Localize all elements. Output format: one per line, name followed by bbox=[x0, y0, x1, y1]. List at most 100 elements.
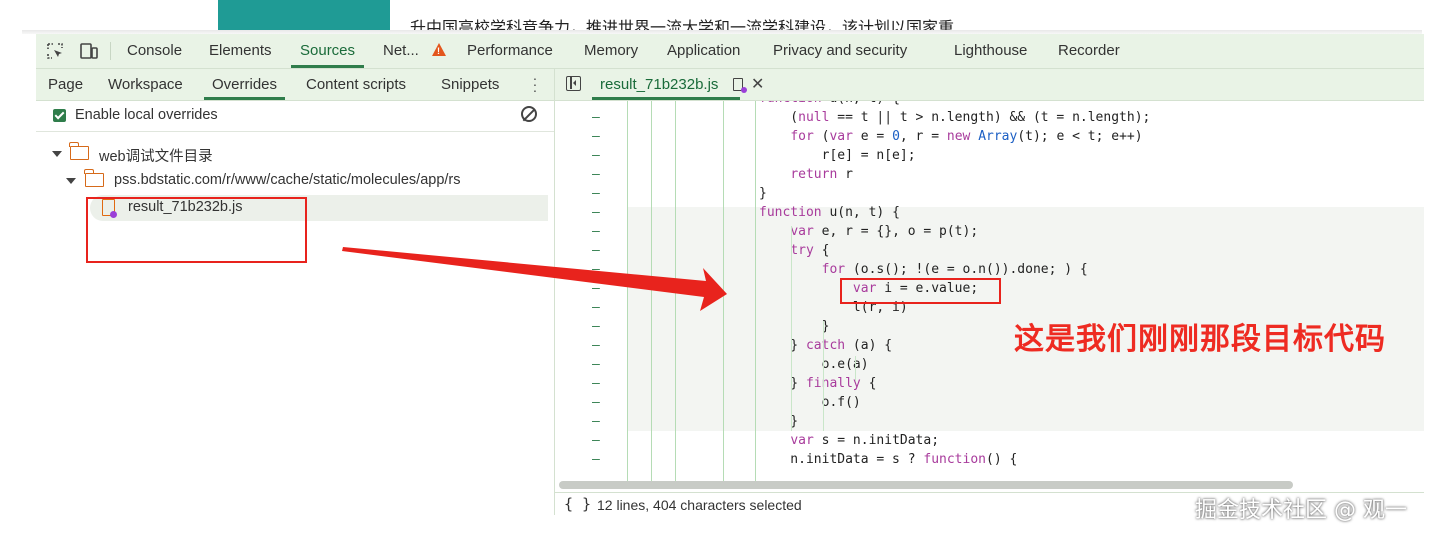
subtab-page[interactable]: Page bbox=[48, 69, 83, 100]
tab-sources[interactable]: Sources bbox=[290, 34, 365, 68]
selection-status: 12 lines, 404 characters selected bbox=[597, 497, 802, 513]
tab-memory[interactable]: Memory bbox=[584, 34, 638, 68]
code-line: – for (o.s(); !(e = o.n()).done; ) { bbox=[555, 260, 1424, 279]
code-text: (null == t || t > n.length) && (t = n.le… bbox=[759, 110, 1151, 125]
code-line: – try { bbox=[555, 241, 1424, 260]
code-text: function u(n, t) { bbox=[759, 205, 900, 220]
tab-performance[interactable]: Performance bbox=[467, 34, 553, 68]
code-text: n.initData = s ? function() { bbox=[759, 452, 1018, 467]
clear-overrides-icon[interactable] bbox=[521, 106, 537, 122]
warning-icon-mark: ! bbox=[437, 46, 440, 56]
inspect-element-icon[interactable] bbox=[44, 40, 66, 62]
line-gutter-mark: – bbox=[592, 148, 600, 163]
main-tab-bar: Console Elements Sources Net... ! Perfor… bbox=[36, 34, 1424, 69]
code-line: – (null == t || t > n.length) && (t = n.… bbox=[555, 108, 1424, 127]
line-gutter-mark: – bbox=[592, 262, 600, 277]
code-line: – var e, r = {}, o = p(t); bbox=[555, 222, 1424, 241]
line-gutter-mark: – bbox=[592, 395, 600, 410]
code-line: – for (var e = 0, r = new Array(t); e < … bbox=[555, 127, 1424, 146]
annotation-text: 这是我们刚刚那段目标代码 bbox=[1014, 322, 1386, 357]
code-text: return r bbox=[790, 167, 853, 182]
line-gutter-mark: – bbox=[592, 110, 600, 125]
line-gutter-mark: – bbox=[592, 281, 600, 296]
code-line: – r[e] = n[e]; bbox=[555, 146, 1424, 165]
indent-guide bbox=[855, 356, 856, 381]
code-text: } bbox=[759, 319, 830, 334]
code-line: – o.f() bbox=[555, 393, 1424, 412]
tab-elements[interactable]: Elements bbox=[209, 34, 272, 68]
tab-lighthouse[interactable]: Lighthouse bbox=[954, 34, 1027, 68]
line-gutter-mark: – bbox=[592, 129, 600, 144]
line-gutter-mark: – bbox=[592, 224, 600, 239]
code-text: for (var e = 0, r = new Array(t); e < t;… bbox=[790, 129, 1143, 144]
tree-item-label: web调试文件目录 bbox=[99, 149, 213, 165]
watermark: 掘金技术社区 @ 观一 bbox=[1195, 498, 1407, 523]
editor-file-tab[interactable]: result_71b232b.js bbox=[591, 69, 741, 100]
code-text: var s = n.initData; bbox=[790, 433, 940, 448]
subtab-content-scripts[interactable]: Content scripts bbox=[306, 69, 406, 100]
override-indicator-dot bbox=[741, 87, 747, 93]
annotation-box-code bbox=[840, 278, 1001, 304]
device-toolbar-icon[interactable] bbox=[78, 40, 100, 62]
subtab-workspace[interactable]: Workspace bbox=[108, 69, 183, 100]
expand-arrow-icon[interactable] bbox=[66, 178, 76, 184]
indent-guide bbox=[791, 226, 792, 431]
code-text: o.e(a) bbox=[759, 357, 869, 372]
code-text: } bbox=[759, 414, 799, 429]
annotation-box-file bbox=[86, 197, 307, 263]
background-thumbnail bbox=[218, 0, 390, 30]
line-gutter-mark: – bbox=[592, 338, 600, 353]
folder-icon bbox=[84, 169, 104, 187]
line-gutter-mark: – bbox=[592, 243, 600, 258]
code-text: for (o.s(); !(e = o.n()).done; ) { bbox=[821, 262, 1088, 277]
sources-navigator: Page Workspace Overrides Content scripts… bbox=[36, 69, 555, 515]
subtab-snippets[interactable]: Snippets bbox=[441, 69, 499, 100]
editor-tab-bar: result_71b232b.js ✕ bbox=[555, 69, 1424, 101]
tab-recorder[interactable]: Recorder bbox=[1058, 34, 1120, 68]
devtools-window: Console Elements Sources Net... ! Perfor… bbox=[36, 34, 1424, 515]
code-text: try { bbox=[790, 243, 830, 258]
code-line: – n.initData = s ? function() { bbox=[555, 450, 1424, 469]
tab-separator bbox=[110, 42, 111, 60]
code-text: } bbox=[759, 186, 767, 201]
code-line: – function u(n, t) { bbox=[555, 101, 1424, 108]
code-line: – } bbox=[555, 412, 1424, 431]
line-gutter-mark: – bbox=[592, 433, 600, 448]
code-text: o.f() bbox=[759, 395, 861, 410]
tab-network[interactable]: Net... bbox=[383, 34, 419, 68]
code-line: – } finally { bbox=[555, 374, 1424, 393]
tree-item-label: pss.bdstatic.com/r/www/cache/static/mole… bbox=[114, 172, 461, 188]
enable-overrides-row: Enable local overrides bbox=[36, 101, 554, 132]
subtab-overrides[interactable]: Overrides bbox=[203, 69, 286, 100]
code-line: – var s = n.initData; bbox=[555, 431, 1424, 450]
enable-overrides-label: Enable local overrides bbox=[75, 107, 218, 123]
folder-icon bbox=[69, 142, 89, 160]
code-text: r[e] = n[e]; bbox=[759, 148, 916, 163]
enable-overrides-checkbox[interactable] bbox=[53, 109, 66, 122]
line-gutter-mark: – bbox=[592, 205, 600, 220]
line-gutter-mark: – bbox=[592, 167, 600, 182]
more-options-icon[interactable]: · · · bbox=[532, 71, 538, 97]
code-line: –} bbox=[555, 184, 1424, 203]
code-text: function u(n, t) { bbox=[759, 101, 900, 108]
line-gutter-mark: – bbox=[592, 186, 600, 201]
line-gutter-mark: – bbox=[592, 101, 604, 108]
code-line: – return r bbox=[555, 165, 1424, 184]
close-icon[interactable]: ✕ bbox=[751, 74, 764, 94]
tree-item-sub-folder[interactable]: pss.bdstatic.com/r/www/cache/static/mole… bbox=[36, 168, 554, 194]
line-gutter-mark: – bbox=[592, 319, 600, 334]
line-gutter-mark: – bbox=[592, 414, 600, 429]
line-gutter-mark: – bbox=[592, 300, 600, 315]
line-gutter-mark: – bbox=[592, 357, 600, 372]
horizontal-scrollbar[interactable] bbox=[559, 481, 1293, 489]
expand-arrow-icon[interactable] bbox=[52, 151, 62, 157]
tree-item-root-folder[interactable]: web调试文件目录 bbox=[36, 141, 554, 167]
code-text: } finally { bbox=[759, 376, 877, 391]
pretty-print-icon[interactable]: { } bbox=[564, 495, 591, 513]
background-webpage: 升中国高校学科竞争力，推进世界一流大学和一流学科建设，该计划以国家重 bbox=[0, 0, 1447, 34]
tab-privacy-security[interactable]: Privacy and security bbox=[773, 34, 907, 68]
line-gutter-mark: – bbox=[592, 376, 600, 391]
tab-console[interactable]: Console bbox=[127, 34, 182, 68]
toggle-navigator-icon[interactable] bbox=[566, 76, 581, 91]
tab-application[interactable]: Application bbox=[667, 34, 740, 68]
